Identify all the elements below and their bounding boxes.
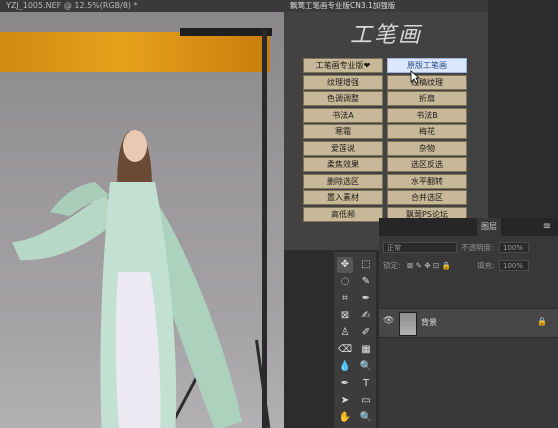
plugin-button[interactable]: 纹理增强 <box>303 74 383 90</box>
plugin-button[interactable]: 梅花 <box>387 124 467 139</box>
eraser-icon[interactable]: ⌫ <box>337 342 353 358</box>
type-icon[interactable]: T <box>358 376 374 392</box>
visibility-eye-icon[interactable]: 👁 <box>383 316 394 326</box>
layers-tabbar: 图层 ≡ <box>379 218 558 236</box>
fill-label: 填充: <box>477 261 495 270</box>
crop-icon[interactable]: ⌗ <box>337 291 353 307</box>
brush-icon[interactable]: ✍ <box>358 308 374 324</box>
plugin-button[interactable]: 合并选区 <box>387 190 467 205</box>
mouse-cursor-icon <box>410 70 420 84</box>
zoom-icon[interactable]: 🔍 <box>358 410 374 426</box>
shape-icon[interactable]: ▭ <box>358 393 374 409</box>
canvas-photo[interactable] <box>0 12 284 428</box>
frame-icon[interactable]: ⊠ <box>337 308 353 324</box>
layer-lock-icon: 🔒 <box>537 317 547 326</box>
pen-icon[interactable]: ✒ <box>337 376 353 392</box>
backdrop-paper <box>0 32 270 72</box>
document-tab[interactable]: YZJ_1005.NEF @ 12.5%(RGB/8) * <box>0 0 284 12</box>
model-figure <box>12 130 242 428</box>
plugin-button[interactable]: 书法B <box>387 107 467 123</box>
tools-panel: ✥ ⬚ ◌ ✎ ⌗ ✒ ⊠ ✍ ♙ ✐ ⌫ ▦ 💧 🔍 ✒ T ➤ ▭ ✋ 🔍 <box>334 252 376 428</box>
plugin-button[interactable]: 删除选区 <box>303 173 383 189</box>
backdrop-roll <box>180 28 272 36</box>
gradient-icon[interactable]: ▦ <box>358 342 374 358</box>
plugin-button[interactable]: 水平翻转 <box>387 173 467 189</box>
plugin-button[interactable]: 书法A <box>303 107 383 123</box>
layer-row-background[interactable]: 👁 背景 🔒 <box>379 308 558 338</box>
lock-icons[interactable]: ⊠ ✎ ✥ ⊡ 🔒 <box>407 258 451 274</box>
plugin-button[interactable]: 寒霜 <box>303 124 383 139</box>
path-select-icon[interactable]: ➤ <box>337 393 353 409</box>
plugin-button[interactable]: 爱莲说 <box>303 140 383 156</box>
marquee-icon[interactable]: ⬚ <box>358 257 374 273</box>
stamp-icon[interactable]: ♙ <box>337 325 353 341</box>
layers-panel: 图层 ≡ 正常 不透明度: 100% 锁定: ⊠ ✎ ✥ ⊡ 🔒 填充: 100… <box>379 218 558 428</box>
layer-thumbnail <box>399 312 417 336</box>
plugin-button[interactable]: 杂物 <box>387 140 467 156</box>
opacity-label: 不透明度: <box>461 243 494 252</box>
move-icon[interactable]: ✥ <box>337 257 353 273</box>
plugin-button[interactable]: 柔焦效果 <box>303 157 383 172</box>
plugin-button[interactable]: 选区反选 <box>387 157 467 172</box>
hand-icon[interactable]: ✋ <box>337 410 353 426</box>
lock-row: 锁定: ⊠ ✎ ✥ ⊡ 🔒 填充: 100% <box>379 258 558 274</box>
dodge-icon[interactable]: 🔍 <box>358 359 374 375</box>
plugin-button[interactable]: 工笔画专业版❤ <box>303 58 383 73</box>
empty-workspace <box>488 0 558 250</box>
plugin-button[interactable]: 置入素材 <box>303 190 383 205</box>
lock-label: 锁定: <box>383 261 401 270</box>
plugin-title: 飘莺工笔画专业版CN3.1加强版 <box>284 0 488 12</box>
blend-mode-select[interactable]: 正常 <box>383 242 457 253</box>
plugin-panel: 飘莺工笔画专业版CN3.1加强版 工笔画 工笔画专业版❤ 原版工笔画 纹理增强 线稿纹… <box>284 0 489 250</box>
history-brush-icon[interactable]: ✐ <box>358 325 374 341</box>
lasso-icon[interactable]: ◌ <box>337 274 353 290</box>
tab-layers[interactable]: 图层 <box>477 218 501 236</box>
plugin-button[interactable]: 色调调整 <box>303 91 383 106</box>
plugin-button[interactable]: 折扇 <box>387 91 467 106</box>
light-stand <box>262 30 267 428</box>
layers-body: 正常 不透明度: 100% 锁定: ⊠ ✎ ✥ ⊡ 🔒 填充: 100% 👁 背… <box>379 236 558 428</box>
layer-name: 背景 <box>421 318 437 327</box>
fill-field[interactable]: 100% <box>499 260 529 271</box>
quick-select-icon[interactable]: ✎ <box>358 274 374 290</box>
eyedropper-icon[interactable]: ✒ <box>358 291 374 307</box>
plugin-logo: 工笔画 <box>349 23 422 48</box>
plugin-button[interactable]: 高低频 <box>303 206 383 222</box>
plugin-button[interactable]: 原版工笔画 <box>387 58 467 73</box>
opacity-field[interactable]: 100% <box>499 242 529 253</box>
blur-icon[interactable]: 💧 <box>337 359 353 375</box>
panel-menu-icon[interactable]: ≡ <box>539 218 555 236</box>
plugin-button[interactable]: 线稿纹理 <box>387 74 467 90</box>
blend-row: 正常 不透明度: 100% <box>379 240 558 256</box>
